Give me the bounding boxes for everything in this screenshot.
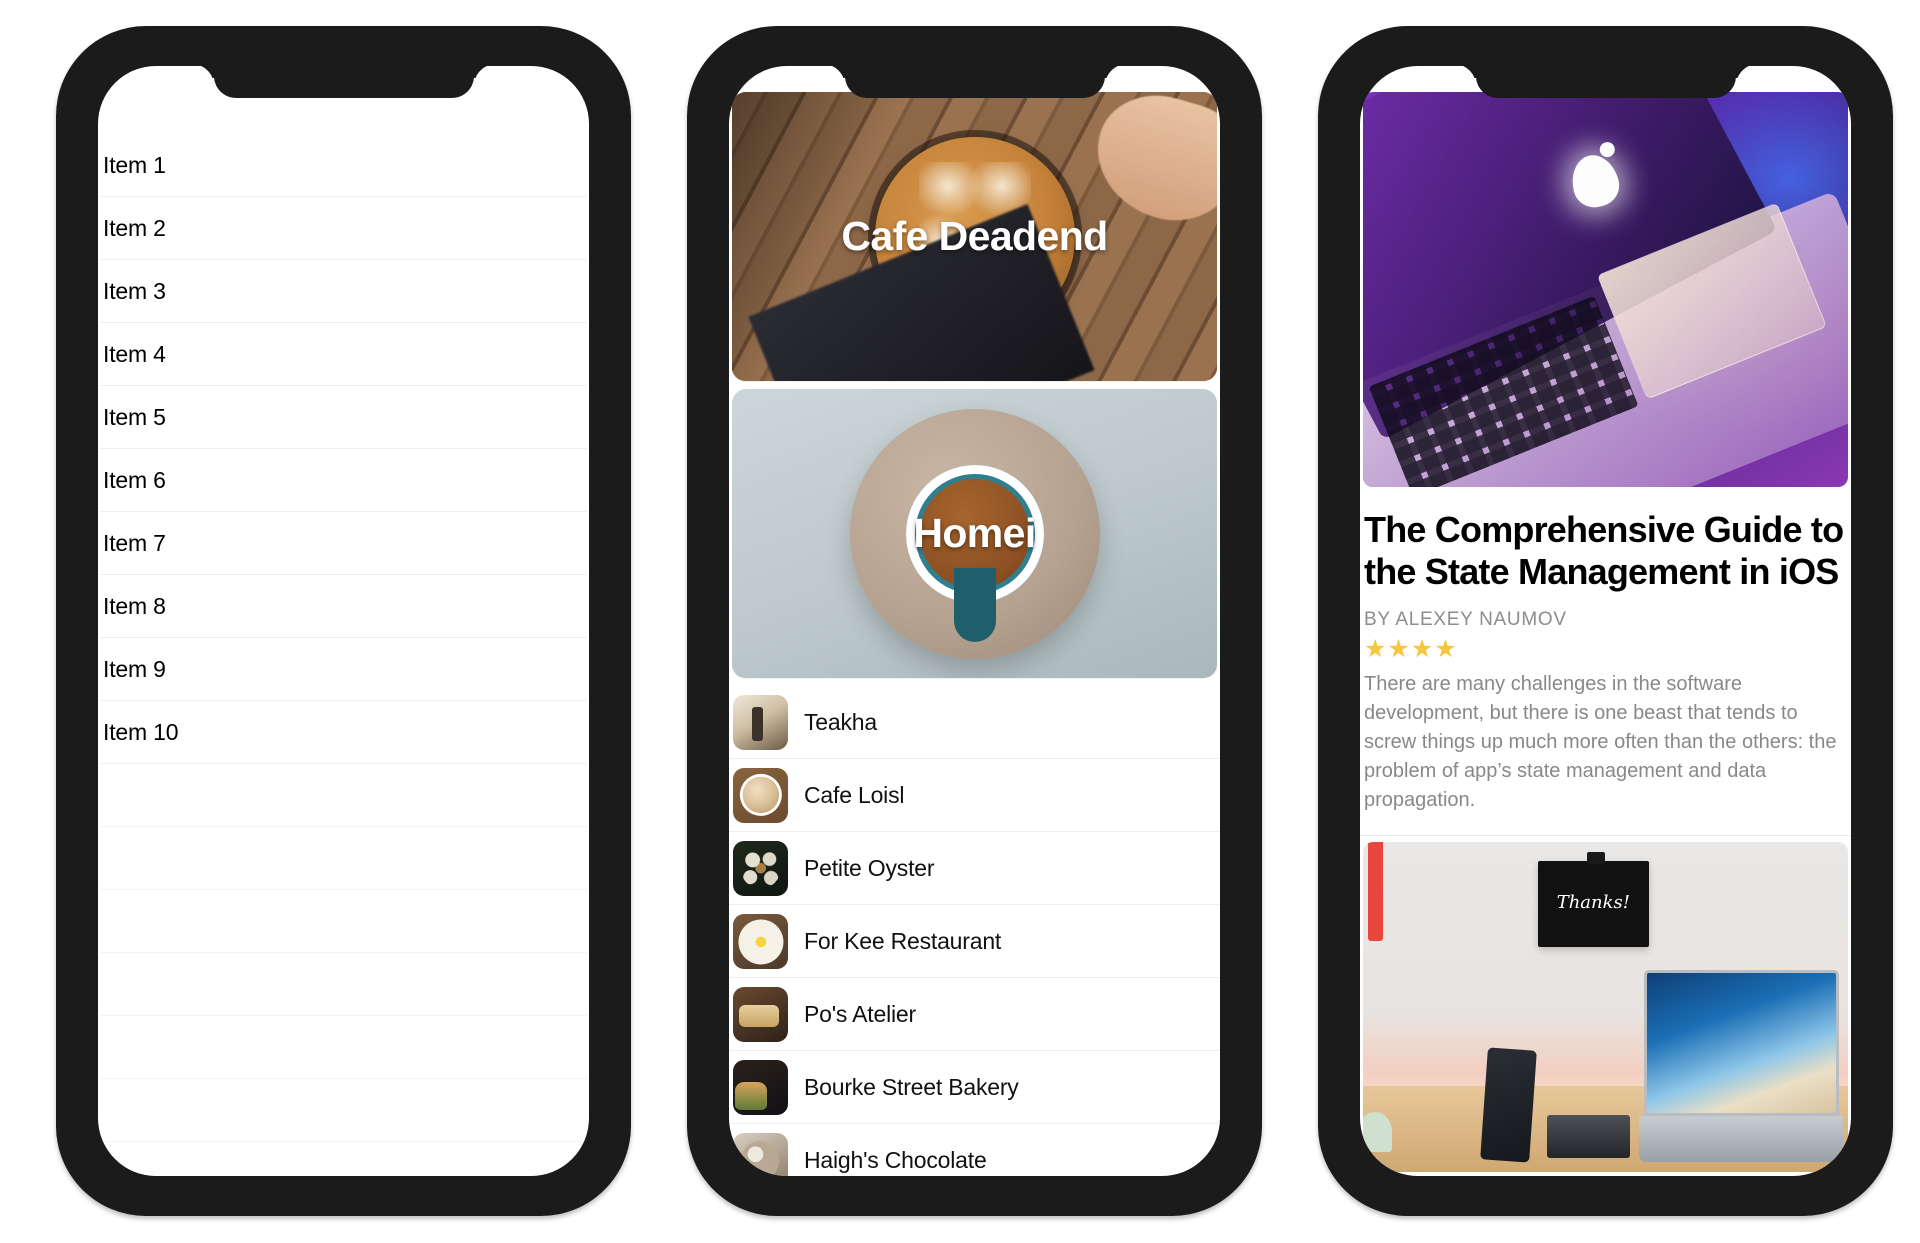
list-item-empty — [100, 1016, 587, 1079]
restaurant-name: Teakha — [804, 708, 877, 735]
list-item-empty — [100, 890, 587, 953]
restaurant-row[interactable]: Po's Atelier — [729, 978, 1220, 1051]
thanks-card-text: Thanks! — [1556, 892, 1631, 914]
article-divider — [1360, 834, 1851, 836]
notch — [213, 66, 474, 98]
list-item-label: Item 4 — [103, 340, 166, 367]
article-view: The Comprehensive Guide to the State Man… — [1360, 66, 1851, 1176]
list-item[interactable]: Item 1 — [100, 134, 587, 197]
list-item-label: Item 9 — [103, 655, 166, 682]
list-item-label: Item 5 — [103, 403, 166, 430]
restaurant-hero-title: Cafe Deadend — [841, 213, 1108, 259]
mug-handle-shape — [953, 568, 996, 643]
list-item[interactable]: Item 3 — [100, 260, 587, 323]
article-hero-image — [1363, 92, 1848, 487]
list-item-label: Item 8 — [103, 592, 166, 619]
restaurant-row[interactable]: Cafe Loisl — [729, 759, 1220, 832]
article-rating-stars: ★★★★ — [1364, 634, 1458, 663]
list-item[interactable]: Item 5 — [100, 386, 587, 449]
list-item[interactable]: Item 9 — [100, 638, 587, 701]
article-bottom-image: Thanks! — [1363, 841, 1848, 1172]
list-item-label: Item 6 — [103, 466, 166, 493]
restaurant-row[interactable]: For Kee Restaurant — [729, 905, 1220, 978]
article-body: There are many challenges in the softwar… — [1364, 672, 1837, 811]
desk-phone-shape — [1480, 1047, 1537, 1164]
desk-image: Thanks! — [1363, 841, 1848, 1172]
list-item-label: Item 7 — [103, 529, 166, 556]
list-item[interactable]: Item 7 — [100, 512, 587, 575]
list-item[interactable]: Item 8 — [100, 575, 587, 638]
thanks-card-shape: Thanks! — [1537, 852, 1650, 948]
restaurant-hero-title: Homei — [913, 510, 1036, 556]
google-tag-shape — [1367, 841, 1384, 941]
restaurant-row[interactable]: Bourke Street Bakery — [729, 1051, 1220, 1124]
desk-notebook-shape — [1547, 1115, 1630, 1159]
restaurant-name: Bourke Street Bakery — [804, 1073, 1019, 1100]
phone-restaurant-list: Cafe Deadend Homei Teakha Cafe Loisl Petit… — [687, 26, 1262, 1216]
restaurant-list: Cafe Deadend Homei Teakha Cafe Loisl Petit… — [729, 66, 1220, 1176]
restaurant-row[interactable]: Haigh's Chocolate — [729, 1124, 1220, 1176]
bourke-street-thumb — [733, 1059, 788, 1115]
notch — [844, 66, 1105, 98]
phone-article: The Comprehensive Guide to the State Man… — [1318, 26, 1893, 1216]
list-item-empty — [100, 1079, 587, 1142]
haighs-chocolate-thumb — [733, 1132, 788, 1176]
teakha-thumb — [733, 694, 788, 750]
restaurant-name: For Kee Restaurant — [804, 927, 1002, 954]
article-title: The Comprehensive Guide to the State Man… — [1364, 509, 1844, 592]
phone-screen: The Comprehensive Guide to the State Man… — [1360, 66, 1851, 1176]
plant-shape — [1363, 1112, 1393, 1152]
laptop-base-shape — [1639, 1115, 1844, 1162]
laptop-screen-shape — [1643, 970, 1840, 1116]
list-item-empty — [100, 764, 587, 827]
phone-screen: Item 1 Item 2 Item 3 Item 4 Item 5 Item 6 Item… — [98, 66, 589, 1176]
list-item[interactable]: Item 4 — [100, 323, 587, 386]
desk-laptop-shape — [1639, 970, 1844, 1162]
list-item-label: Item 3 — [103, 277, 166, 304]
list-item-empty — [100, 1142, 587, 1176]
for-kee-thumb — [733, 913, 788, 969]
binder-clip-icon — [1586, 852, 1605, 865]
restaurant-hero-cell[interactable]: Cafe Deadend — [732, 92, 1217, 382]
restaurant-row[interactable]: Petite Oyster — [729, 832, 1220, 905]
list-item-empty — [100, 953, 587, 1016]
restaurant-row[interactable]: Teakha — [729, 686, 1220, 759]
phone-mockups-stage: Item 1 Item 2 Item 3 Item 4 Item 5 Item 6 Item… — [0, 0, 1920, 1243]
phone-plain-list: Item 1 Item 2 Item 3 Item 4 Item 5 Item 6 Item… — [56, 26, 631, 1216]
list-item[interactable]: Item 2 — [100, 197, 587, 260]
phone-screen: Cafe Deadend Homei Teakha Cafe Loisl Petit… — [729, 66, 1220, 1176]
restaurant-name: Petite Oyster — [804, 854, 935, 881]
restaurant-name: Cafe Loisl — [804, 781, 905, 808]
list-item[interactable]: Item 10 — [100, 701, 587, 764]
notch — [1475, 66, 1736, 98]
petite-oyster-thumb — [733, 840, 788, 896]
pos-atelier-thumb — [733, 986, 788, 1042]
list-item-label: Item 2 — [103, 214, 166, 241]
list-item-label: Item 10 — [103, 718, 179, 745]
restaurant-name: Po's Atelier — [804, 1000, 916, 1027]
plain-list: Item 1 Item 2 Item 3 Item 4 Item 5 Item 6 Item… — [98, 66, 589, 1176]
list-item-empty — [100, 827, 587, 890]
restaurant-hero-cell[interactable]: Homei — [732, 389, 1217, 679]
list-item[interactable]: Item 6 — [100, 449, 587, 512]
list-item-label: Item 1 — [103, 151, 166, 178]
restaurant-name: Haigh's Chocolate — [804, 1146, 987, 1173]
cafe-loisl-thumb — [733, 767, 788, 823]
article-byline: BY ALEXEY NAUMOV — [1364, 608, 1567, 630]
macbook-image — [1363, 92, 1848, 487]
